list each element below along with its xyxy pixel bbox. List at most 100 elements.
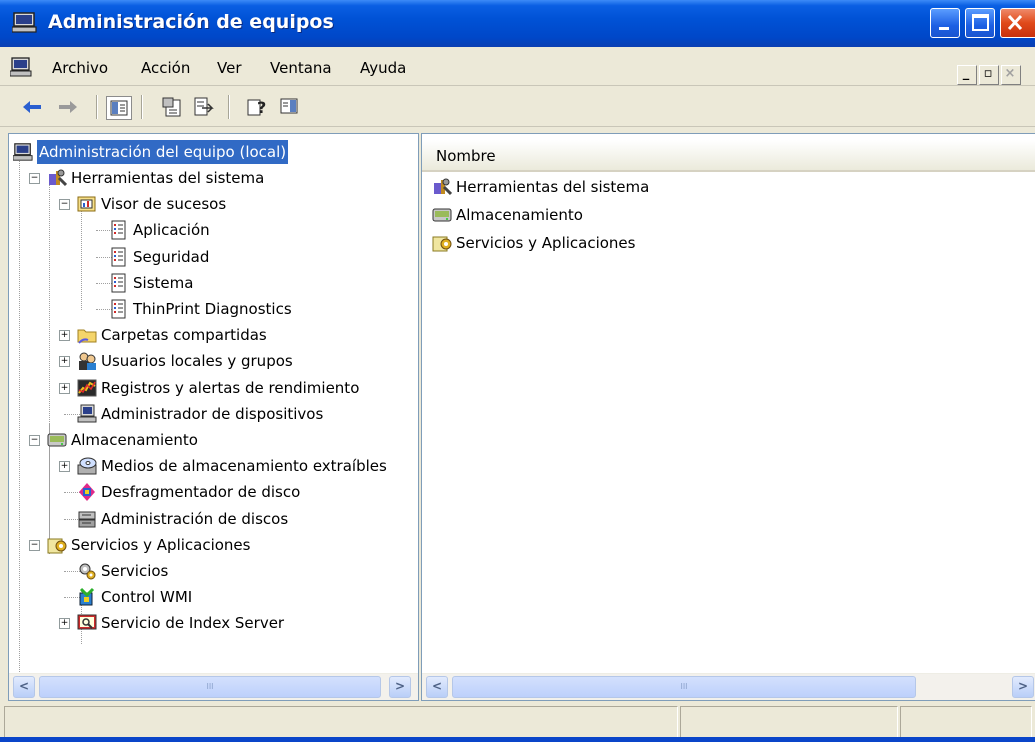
computer-management-icon[interactable] [10, 57, 32, 77]
tree-item[interactable]: + Registros y alertas de rendimiento [9, 376, 414, 400]
list-item-label: Servicios y Aplicaciones [456, 234, 636, 252]
tree-item-label: ThinPrint Diagnostics [133, 300, 292, 318]
expand-button[interactable]: + [59, 330, 70, 342]
tree-item-label: Servicios y Aplicaciones [71, 535, 251, 554]
wmi-icon [79, 588, 95, 606]
scroll-right-button[interactable]: > [389, 676, 411, 698]
log-icon [111, 273, 126, 293]
mdi-controls: _ ▫ × [957, 63, 1023, 85]
expand-button[interactable]: + [59, 382, 70, 394]
show-hide-tree-button[interactable] [106, 96, 132, 120]
tools-icon [49, 169, 67, 187]
scroll-thumb[interactable]: III [452, 676, 916, 698]
computer-management-icon [13, 143, 33, 161]
services-apps-icon [432, 236, 452, 252]
export-list-button[interactable] [191, 96, 215, 118]
list-pane[interactable]: Nombre Herramientas del sistema Almacenam… [421, 133, 1035, 701]
column-header[interactable]: Nombre [422, 140, 1035, 172]
menu-archivo[interactable]: Archivo [52, 59, 108, 77]
menu-ventana[interactable]: Ventana [270, 59, 332, 77]
tree-item[interactable]: + Medios de almacenamiento extraíbles [9, 454, 414, 478]
removable-storage-icon [77, 457, 97, 475]
tree-item[interactable]: Administrador de dispositivos [9, 402, 414, 426]
tree-item-label: Usuarios locales y grupos [101, 352, 293, 371]
column-header-name[interactable]: Nombre [436, 147, 496, 165]
status-segment [680, 706, 898, 738]
scroll-thumb[interactable]: III [39, 676, 381, 698]
forward-button[interactable] [56, 96, 80, 118]
back-icon [23, 101, 41, 113]
tree-item[interactable]: − Visor de sucesos [9, 192, 414, 216]
window-bottom-border [0, 737, 1035, 742]
minimize-button[interactable] [930, 8, 960, 38]
collapse-button[interactable]: − [29, 173, 40, 184]
maximize-button[interactable] [965, 8, 995, 38]
mdi-minimize-button[interactable]: _ [957, 65, 977, 85]
performance-icon [77, 379, 97, 397]
expand-button[interactable]: + [59, 618, 70, 630]
help-button[interactable]: ? [246, 96, 270, 118]
expand-button[interactable]: + [59, 461, 70, 473]
services-icon [79, 563, 96, 580]
tree-item[interactable]: Control WMI [9, 585, 414, 609]
properties-button[interactable] [160, 96, 184, 118]
tree-item-label: Almacenamiento [71, 431, 198, 449]
close-button[interactable] [1000, 8, 1035, 38]
status-segment [900, 706, 1032, 738]
scroll-left-button[interactable]: < [426, 676, 448, 698]
list-horizontal-scrollbar[interactable]: < III > [422, 673, 1035, 700]
index-server-icon [77, 614, 97, 630]
tree-item[interactable]: + Usuarios locales y grupos [9, 349, 414, 373]
tree-item-label: Desfragmentador de disco [101, 483, 301, 502]
scroll-left-button[interactable]: < [13, 676, 35, 698]
shared-folder-icon [77, 329, 97, 344]
tree-item-label: Administrador de dispositivos [101, 404, 324, 423]
svg-text:?: ? [257, 98, 266, 117]
tree-item-label: Servicios [101, 562, 169, 580]
tree-item[interactable]: Administración de discos [9, 507, 414, 531]
help-icon: ? [247, 98, 266, 117]
show-hide-tree-icon [110, 100, 128, 116]
expand-button[interactable]: + [59, 356, 70, 368]
collapse-button[interactable]: − [29, 435, 40, 446]
users-icon [79, 352, 96, 371]
list-item-label: Almacenamiento [456, 206, 583, 224]
back-button[interactable] [20, 96, 44, 118]
tree-pane[interactable]: Administración del equipo (local) − Herra… [8, 133, 419, 701]
window-title: Administración de equipos [48, 11, 334, 33]
title-bar[interactable]: Administración de equipos [0, 0, 1035, 47]
disk-management-icon [78, 511, 96, 528]
menu-ayuda[interactable]: Ayuda [360, 59, 406, 77]
tree-item[interactable]: + Carpetas compartidas [9, 323, 414, 347]
tree-item[interactable]: − Herramientas del sistema [9, 166, 414, 190]
event-viewer-icon [77, 196, 96, 212]
tree-item[interactable]: Seguridad [9, 245, 414, 269]
tree-item[interactable]: Aplicación [9, 218, 414, 242]
mdi-restore-button[interactable]: ▫ [979, 65, 999, 85]
mdi-close-button[interactable]: × [1001, 65, 1021, 85]
tree-item[interactable]: ThinPrint Diagnostics [9, 297, 414, 321]
tree-item[interactable]: − Servicios y Aplicaciones [9, 533, 414, 557]
menu-bar: Archivo Acción Ver Ventana Ayuda _ ▫ × [0, 47, 1035, 86]
device-manager-icon [77, 404, 97, 423]
menu-ver[interactable]: Ver [217, 59, 242, 77]
tree-item[interactable]: + Servicio de Index Server [9, 611, 414, 635]
storage-icon [47, 433, 67, 447]
services-apps-icon [47, 538, 67, 554]
tree-item[interactable]: Desfragmentador de disco [9, 480, 414, 504]
tree-item[interactable]: Servicios [9, 559, 414, 583]
tree-item-label: Sistema [133, 273, 194, 292]
menu-accion[interactable]: Acción [141, 59, 190, 77]
tools-icon [434, 178, 452, 196]
collapse-button[interactable]: − [29, 539, 40, 551]
tree-item-label: Carpetas compartidas [101, 326, 267, 345]
tree-item[interactable]: − Almacenamiento [9, 428, 414, 452]
tree-item[interactable]: Sistema [9, 271, 414, 295]
collapse-button[interactable]: − [59, 199, 70, 211]
tree-item-label: Seguridad [133, 247, 210, 266]
tree-root-label: Administración del equipo (local) [37, 140, 289, 164]
show-hide-action-pane-button[interactable] [278, 96, 302, 118]
tree-horizontal-scrollbar[interactable]: < III > [9, 673, 418, 700]
scroll-right-button[interactable]: > [1012, 676, 1034, 698]
storage-icon [432, 208, 452, 222]
